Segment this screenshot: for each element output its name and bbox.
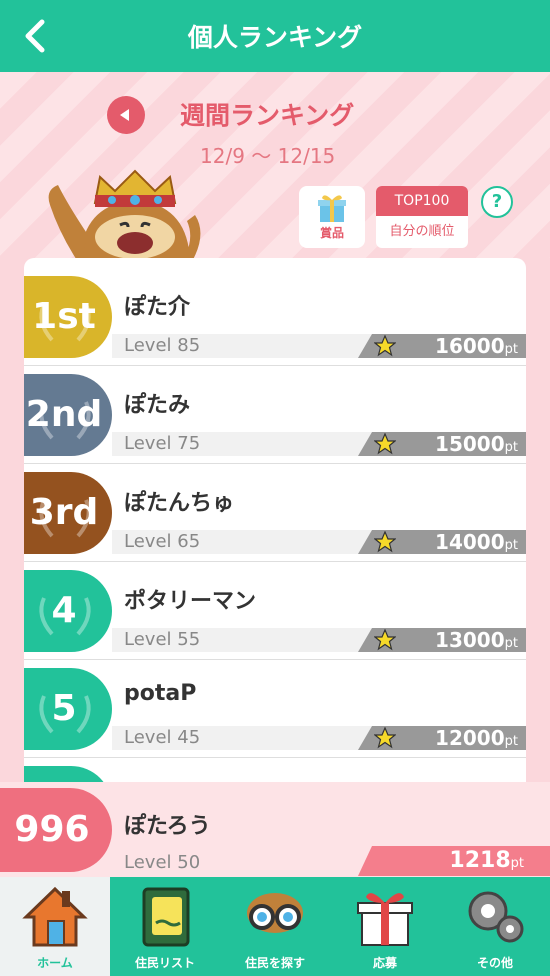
rank-number: 1st	[32, 296, 96, 337]
top100-label: TOP100	[376, 186, 468, 216]
nav-apply-label: 応募	[372, 956, 397, 970]
rank-number: 3rd	[29, 492, 99, 533]
player-name: ポタリーマン	[124, 589, 257, 614]
player-level: Level 55	[124, 629, 201, 650]
level-bar: Level 85	[112, 334, 382, 358]
player-points: 13000pt	[435, 628, 518, 652]
my-rank-button-label[interactable]: 自分の順位	[376, 219, 468, 245]
player-name: ぽた介	[124, 295, 191, 320]
nav-find-resident[interactable]: 住民を探す	[220, 877, 330, 976]
player-level: Level 45	[124, 727, 201, 748]
help-button[interactable]: ?	[481, 186, 513, 218]
rank-number: 2nd	[25, 394, 103, 435]
rank-badge: 4	[24, 570, 112, 652]
player-points: 15000pt	[435, 432, 518, 456]
rank-badge: 1st	[24, 276, 112, 358]
my-name: ぽたろう	[124, 814, 211, 839]
my-level: Level 50	[124, 852, 201, 873]
ranking-row-1[interactable]: 1st ぽた介 Level 85 16000pt	[24, 268, 526, 366]
star-icon	[374, 531, 396, 553]
gears-icon	[468, 891, 524, 943]
binoculars-icon	[247, 893, 303, 933]
level-bar: Level 45	[112, 726, 382, 750]
gift-box-icon	[318, 195, 346, 222]
gift-icon	[357, 893, 413, 946]
my-points: 1218pt	[449, 848, 524, 873]
rank-badge: 5	[24, 668, 112, 750]
player-level: Level 75	[124, 433, 201, 454]
week-title: 週間ランキング	[180, 101, 355, 130]
player-name: potaP	[124, 681, 197, 706]
ranking-row-3[interactable]: 3rd ぽたんちゅ Level 65 14000pt	[24, 464, 526, 562]
player-name: ぽたんちゅ	[124, 491, 235, 516]
points-bar: 13000pt	[358, 628, 526, 652]
nav-other-label: その他	[476, 956, 513, 970]
player-level: Level 85	[124, 335, 201, 356]
rank-badge: 2nd	[24, 374, 112, 456]
my-rank-number: 996	[14, 809, 90, 850]
crowned-otter-mascot-icon	[48, 169, 201, 265]
level-bar: Level 55	[112, 628, 382, 652]
book-icon	[142, 887, 190, 947]
points-bar: 16000pt	[358, 334, 526, 358]
my-rank-badge: 996	[0, 788, 112, 872]
nav-home-label: ホーム	[37, 956, 73, 970]
ranking-list: 1st ぽた介 Level 85 16000pt 2nd ぽたみ Level 7…	[24, 258, 526, 788]
bottom-nav: ホーム 住民リスト 住民を探す 応募 その他	[0, 877, 550, 976]
player-name: ぽたみ	[124, 393, 191, 418]
prize-button[interactable]: 賞品	[299, 186, 365, 248]
nav-resident-list-label: 住民リスト	[134, 956, 195, 970]
points-bar: 12000pt	[358, 726, 526, 750]
player-level: Level 65	[124, 531, 201, 552]
nav-resident-list[interactable]: 住民リスト	[110, 877, 220, 976]
points-bar: 14000pt	[358, 530, 526, 554]
page-title: 個人ランキング	[187, 23, 363, 52]
prev-week-button[interactable]	[107, 96, 145, 134]
nav-home[interactable]: ホーム	[0, 877, 110, 976]
ranking-row-5[interactable]: 5 potaP Level 45 12000pt	[24, 660, 526, 758]
my-points-bar: 1218pt	[358, 846, 550, 876]
week-range: 12/9 〜 12/15	[200, 144, 336, 168]
nav-find-resident-label: 住民を探す	[244, 956, 305, 970]
top-bar: 個人ランキング	[0, 0, 550, 72]
rank-number: 4	[51, 590, 77, 631]
player-points: 14000pt	[435, 530, 518, 554]
house-icon	[22, 886, 88, 947]
rank-number: 5	[51, 688, 77, 729]
star-icon	[374, 629, 396, 651]
nav-other[interactable]: その他	[440, 877, 550, 976]
my-level-bar: Level 50	[112, 850, 382, 876]
nav-apply[interactable]: 応募	[330, 877, 440, 976]
prize-label: 賞品	[319, 226, 344, 240]
level-bar: Level 65	[112, 530, 382, 554]
level-bar: Level 75	[112, 432, 382, 456]
player-points: 16000pt	[435, 334, 518, 358]
top100-button[interactable]: TOP100 自分の順位	[376, 186, 468, 248]
rank-badge: 3rd	[24, 472, 112, 554]
star-icon	[374, 335, 396, 357]
ranking-row-2[interactable]: 2nd ぽたみ Level 75 15000pt	[24, 366, 526, 464]
star-icon	[374, 433, 396, 455]
ranking-row-4[interactable]: 4 ポタリーマン Level 55 13000pt	[24, 562, 526, 660]
star-icon	[374, 727, 396, 749]
points-bar: 15000pt	[358, 432, 526, 456]
player-points: 12000pt	[435, 726, 518, 750]
